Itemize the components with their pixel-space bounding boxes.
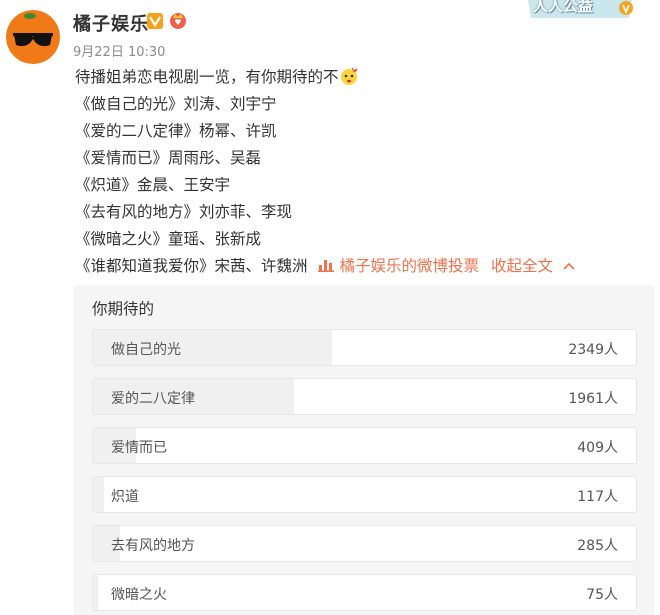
poll-option[interactable]: 做自己的光 2349人 bbox=[92, 329, 637, 366]
poll-option-count: 117人 bbox=[577, 489, 618, 505]
svg-text:♥: ♥ bbox=[174, 18, 181, 27]
poll-card: 你期待的 做自己的光 2349人 爱的二八定律 1961人 爱情而已 409人 … bbox=[74, 285, 654, 615]
poll-option-fill bbox=[93, 575, 99, 610]
collapse-link[interactable]: 收起全文 bbox=[491, 257, 553, 275]
poll-option-fill bbox=[93, 477, 104, 512]
post-line-text: 《谁都知道我爱你》宋茜、许魏洲 bbox=[75, 257, 308, 275]
post-body: 待播姐弟恋电视剧一览，有你期待的不 《做自己的光》刘涛、刘宇宁 《爱的二八定律》… bbox=[75, 64, 635, 280]
poll-option[interactable]: 爱情而已 409人 bbox=[92, 427, 637, 464]
poll-option-count: 75人 bbox=[586, 587, 618, 603]
poll-option-count: 1961人 bbox=[568, 391, 618, 407]
poll-option[interactable]: 去有风的地方 285人 bbox=[92, 525, 637, 562]
poll-link[interactable]: 橘子娱乐的微博投票 bbox=[340, 257, 480, 275]
poll-option-label: 爱情而已 bbox=[111, 440, 167, 456]
poll-option-count: 2349人 bbox=[568, 342, 618, 358]
emoji-icon bbox=[339, 66, 359, 86]
chevron-up-icon[interactable] bbox=[563, 253, 575, 270]
poll-option-label: 爱的二八定律 bbox=[111, 391, 195, 407]
post-line: 《做自己的光》刘涛、刘宇宁 bbox=[75, 95, 277, 113]
post-line-text: 待播姐弟恋电视剧一览，有你期待的不 bbox=[75, 68, 339, 86]
charity-banner[interactable]: 人人公益 bbox=[523, 0, 637, 22]
poll-option-label: 炽道 bbox=[111, 489, 139, 505]
poll-option[interactable]: 爱的二八定律 1961人 bbox=[92, 378, 637, 415]
post-line: 《微暗之火》童瑶、张新成 bbox=[75, 230, 262, 248]
avatar[interactable] bbox=[6, 10, 60, 64]
poll-option[interactable]: 微暗之火 75人 bbox=[92, 574, 637, 611]
poll-title: 你期待的 bbox=[92, 300, 155, 318]
author-name[interactable]: 橘子娱乐 bbox=[73, 10, 149, 36]
post-line: 《谁都知道我爱你》宋茜、许魏洲 橘子娱乐的微博投票 收起全文 bbox=[75, 253, 635, 280]
poll-link-icon bbox=[317, 254, 334, 272]
post-line: 《爱情而已》周雨彤、吴磊 bbox=[75, 149, 262, 167]
v-verified-icon bbox=[147, 13, 163, 29]
post-line: 待播姐弟恋电视剧一览，有你期待的不 bbox=[75, 64, 635, 91]
post-line: 《爱的二八定律》杨幂、许凯 bbox=[75, 122, 277, 140]
poll-option-count: 409人 bbox=[577, 440, 618, 456]
post-line: 《去有风的地方》刘亦菲、李现 bbox=[75, 203, 293, 221]
member-badge-icon[interactable]: ♥ bbox=[168, 10, 188, 30]
poll-option-label: 微暗之火 bbox=[111, 587, 167, 603]
post-line: 《炽道》金晨、王安宇 bbox=[75, 176, 231, 194]
poll-option-label: 去有风的地方 bbox=[111, 538, 195, 554]
poll-option-label: 做自己的光 bbox=[111, 342, 181, 358]
post-time[interactable]: 9月22日 10:30 bbox=[73, 41, 165, 60]
banner-text: 人人公益 bbox=[533, 0, 594, 15]
poll-option-count: 285人 bbox=[577, 538, 618, 554]
poll-option[interactable]: 炽道 117人 bbox=[92, 476, 637, 513]
